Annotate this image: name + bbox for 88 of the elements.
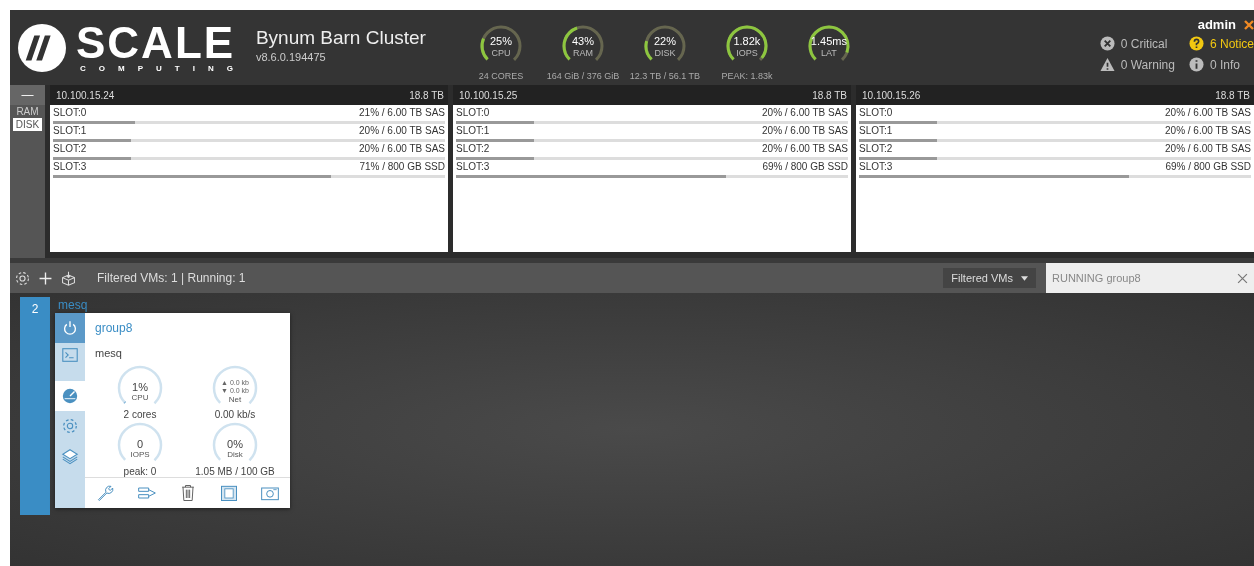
slot-name: SLOT:3 [859, 161, 893, 173]
gauge-value: 22% [653, 34, 676, 48]
dashboard-tab[interactable] [55, 381, 85, 411]
gauge-caption: 24 CORES [478, 71, 524, 81]
alert-count[interactable]: 0 Warning [1120, 57, 1175, 72]
wrench-icon[interactable] [95, 483, 116, 503]
user-name[interactable]: admin [1197, 17, 1236, 32]
settings-icon[interactable] [14, 269, 31, 287]
slot-name: SLOT:2 [859, 143, 893, 155]
gauge-caption: 1.05 MB / 100 GB [195, 466, 275, 477]
vm-count: 2 [31, 302, 39, 318]
slot-name: SLOT:0 [53, 107, 87, 119]
alert-count[interactable]: 0 Info [1209, 57, 1240, 72]
gauge-value: 25% [489, 34, 512, 48]
alert-count[interactable]: 6 Notice [1209, 36, 1254, 51]
caret-icon [1021, 275, 1028, 281]
logo-mark-icon [18, 23, 66, 72]
slot-reading: 20% / 6.00 TB SAS [359, 143, 445, 155]
node-ip: 10.100.15.24 [56, 89, 115, 101]
slot-name: SLOT:0 [456, 107, 490, 119]
gauge-label: IOPS [130, 449, 150, 459]
gauge-caption: peak: 0 [123, 466, 157, 477]
logo-tagline: COMPUTING [79, 63, 246, 74]
gauge-label: Net [228, 394, 242, 404]
node-ip: 10.100.15.25 [459, 89, 518, 101]
box-icon[interactable] [60, 269, 77, 287]
view-tab[interactable]: RAM [10, 105, 45, 118]
slot-reading: 20% / 6.00 TB SAS [762, 143, 848, 155]
gauge-label: DISK [654, 47, 676, 58]
gauge-caption: 12.3 TB / 56.1 TB [629, 71, 700, 81]
node-capacity: 18.8 TB [812, 89, 847, 101]
slot-name: SLOT:1 [456, 125, 490, 137]
vm-description: mesq [95, 347, 123, 359]
slot-name: SLOT:1 [53, 125, 87, 137]
slot-reading: 20% / 6.00 TB SAS [762, 125, 848, 137]
filter-dropdown[interactable]: Filtered VMs [943, 268, 1036, 288]
gear-icon [61, 417, 79, 435]
slot-reading: 21% / 6.00 TB SAS [359, 107, 445, 119]
gauge-value: 1% [132, 380, 148, 393]
gauge-value: 43% [571, 34, 594, 48]
clone-icon[interactable] [218, 483, 239, 503]
gauge-label: Disk [227, 449, 243, 459]
vm-name[interactable]: mesq [55, 297, 290, 313]
gauge-label: CPU [491, 47, 511, 58]
slot-reading: 69% / 800 GB SSD [762, 161, 848, 173]
slot-reading: 71% / 800 GB SSD [359, 161, 445, 173]
terminal-icon [61, 346, 79, 364]
gauge-icon [61, 387, 79, 405]
gauge-caption: 0.00 kb/s [214, 409, 256, 420]
view-tab[interactable]: DISK [13, 118, 42, 131]
gauge-value: 1.45ms [810, 34, 847, 48]
slot-reading: 20% / 6.00 TB SAS [359, 125, 445, 137]
logo-word: SCALE [76, 21, 236, 64]
gauge-label: LAT [821, 47, 837, 58]
cluster-name: Bynum Barn Cluster [255, 26, 426, 49]
gauge-label: IOPS [736, 47, 758, 58]
slot-reading: 20% / 6.00 TB SAS [1165, 143, 1251, 155]
slot-name: SLOT:0 [859, 107, 893, 119]
collapse-button[interactable]: — [10, 85, 45, 105]
gauge-caption: 2 cores [123, 409, 157, 420]
slot-name: SLOT:2 [456, 143, 490, 155]
node-ip: 10.100.15.26 [862, 89, 921, 101]
node-capacity: 18.8 TB [409, 89, 444, 101]
slot-reading: 20% / 6.00 TB SAS [1165, 107, 1251, 119]
node-capacity: 18.8 TB [1215, 89, 1250, 101]
gauge-label: CPU [131, 392, 149, 402]
vm-title[interactable]: group8 [95, 321, 290, 335]
slot-reading: 69% / 800 GB SSD [1165, 161, 1251, 173]
gauge-value: 0% [227, 437, 243, 450]
close-icon[interactable] [1244, 19, 1254, 30]
power-icon [61, 319, 79, 337]
gauge-label: RAM [572, 47, 593, 58]
gauge-caption: PEAK: 1.83k [721, 71, 773, 81]
power-tab[interactable] [55, 313, 85, 343]
slot-reading: 20% / 6.00 TB SAS [1165, 125, 1251, 137]
gauge-value: 0 [136, 437, 144, 450]
alert-count[interactable]: 0 Critical [1120, 36, 1168, 51]
filter-summary: Filtered VMs: 1 | Running: 1 [97, 271, 246, 285]
gauge-caption: 164 GiB / 376 GiB [546, 71, 620, 81]
slot-name: SLOT:1 [859, 125, 893, 137]
slot-name: SLOT:3 [53, 161, 87, 173]
slot-name: SLOT:2 [53, 143, 87, 155]
gauge-value: 1.82k [733, 34, 761, 48]
slot-reading: 20% / 6.00 TB SAS [762, 107, 848, 119]
version-text: v8.6.0.194475 [255, 50, 327, 63]
layers-icon [61, 447, 79, 465]
slot-name: SLOT:3 [456, 161, 490, 173]
clear-icon[interactable] [1237, 273, 1248, 284]
